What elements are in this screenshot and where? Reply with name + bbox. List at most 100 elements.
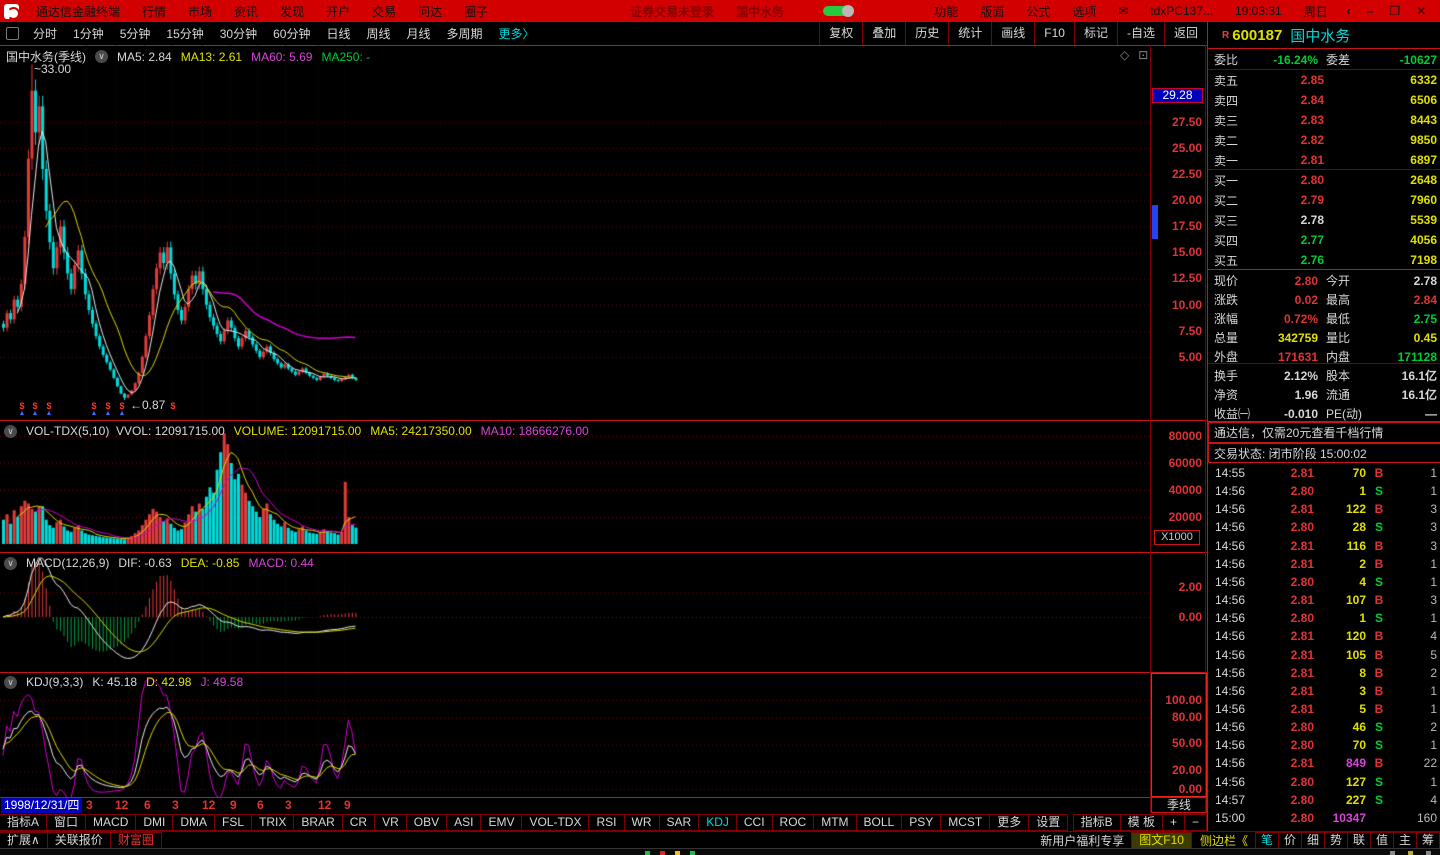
tab-DMI[interactable]: DMI [135, 813, 174, 831]
statusbar-关联报价[interactable]: 关联报价 [46, 831, 111, 849]
collapse-pane-icon[interactable]: ∨ [95, 50, 108, 63]
period-15分钟[interactable]: 15分钟 [158, 25, 211, 42]
collapse-kdj-icon[interactable]: ∨ [4, 675, 17, 689]
collapse-volume-icon[interactable]: ∨ [4, 424, 17, 438]
tab-窗口[interactable]: 窗口 [46, 813, 87, 831]
theme-toggle[interactable] [823, 5, 855, 17]
tab-SAR[interactable]: SAR [658, 813, 700, 831]
tab-设置[interactable]: 设置 [1028, 813, 1069, 831]
tool-统计[interactable]: 统计 [948, 22, 991, 45]
panel-tab-价[interactable]: 价 [1278, 831, 1302, 849]
panel-tab-筹[interactable]: 筹 [1416, 831, 1440, 849]
period-30分钟[interactable]: 30分钟 [212, 25, 265, 42]
menu-市场[interactable]: 市场 [177, 3, 223, 20]
menu-选项[interactable]: 选项 [1061, 3, 1107, 20]
menu-圈子[interactable]: 圈子 [453, 3, 499, 20]
tab-MTM[interactable]: MTM [813, 813, 857, 831]
menu-资讯[interactable]: 资讯 [223, 3, 269, 20]
panel-tab-主[interactable]: 主 [1393, 831, 1417, 849]
tool-画线[interactable]: 画线 [991, 22, 1034, 45]
tab-指标A[interactable]: 指标A [0, 813, 48, 831]
tab-DMA[interactable]: DMA [172, 813, 216, 831]
period-多周期[interactable]: 多周期 [439, 25, 491, 42]
period-月线[interactable]: 月线 [399, 25, 439, 42]
tool-F10[interactable]: F10 [1034, 22, 1074, 45]
tab-MACD[interactable]: MACD [85, 813, 137, 831]
layout-icon[interactable] [6, 27, 19, 40]
tab-FSL[interactable]: FSL [214, 813, 253, 831]
panel-tab-笔[interactable]: 笔 [1255, 831, 1279, 849]
tab-+[interactable]: + [1161, 813, 1185, 831]
period-日线[interactable]: 日线 [318, 25, 358, 42]
promo-text[interactable]: 新用户福利专享 [1032, 832, 1132, 849]
tool-历史[interactable]: 历史 [905, 22, 948, 45]
menu-行情[interactable]: 行情 [131, 3, 177, 20]
menu-版面[interactable]: 版面 [969, 3, 1015, 20]
tab-更多[interactable]: 更多 [989, 813, 1030, 831]
sidebar-toggle[interactable]: 侧边栏《 [1192, 832, 1256, 849]
period-分时[interactable]: 分时 [25, 25, 65, 42]
maximize-button[interactable]: ❐ [1381, 4, 1408, 18]
panel-tab-细[interactable]: 细 [1301, 831, 1325, 849]
period-60分钟[interactable]: 60分钟 [265, 25, 318, 42]
tab-−[interactable]: − [1183, 813, 1207, 831]
panel-tab-联[interactable]: 联 [1347, 831, 1371, 849]
panel-tab-值[interactable]: 值 [1370, 831, 1394, 849]
period-周线[interactable]: 周线 [358, 25, 398, 42]
diamond-icon[interactable]: ◇ [1120, 48, 1129, 62]
more-periods-button[interactable]: 更多〉 [491, 25, 543, 42]
menu-交易[interactable]: 交易 [361, 3, 407, 20]
period-1分钟[interactable]: 1分钟 [65, 25, 112, 42]
menu-发现[interactable]: 发现 [269, 3, 315, 20]
stat-value: 0.02 [1294, 292, 1318, 307]
tool-返回[interactable]: 返回 [1163, 22, 1207, 45]
promo-banner[interactable]: 通达信，仅需20元查看千档行情 [1208, 422, 1440, 443]
tab-BOLL[interactable]: BOLL [855, 813, 903, 831]
dividend-marker-icon: $ ▲ [31, 401, 39, 418]
menu-公式[interactable]: 公式 [1015, 3, 1061, 20]
tab-BRAR[interactable]: BRAR [293, 813, 343, 831]
tick-time: 14:56 [1215, 484, 1246, 499]
tab-ROC[interactable]: ROC [771, 813, 815, 831]
grid-icon[interactable]: ⊡ [1138, 48, 1148, 62]
f10-button[interactable]: 图文F10 [1131, 831, 1192, 849]
tab-EMV[interactable]: EMV [480, 813, 523, 831]
tick-row: 14:56 2.80 4 S 1 [1208, 573, 1440, 591]
tab-PSY[interactable]: PSY [901, 813, 942, 831]
tab-指标B[interactable]: 指标B [1072, 813, 1121, 831]
stat-row: 现价 2.80 今开 2.78 [1208, 271, 1440, 290]
tab-CCI[interactable]: CCI [735, 813, 773, 831]
period-5分钟[interactable]: 5分钟 [112, 25, 159, 42]
tab-WR[interactable]: WR [623, 813, 660, 831]
tool-叠加[interactable]: 叠加 [862, 22, 905, 45]
tab-TRIX[interactable]: TRIX [251, 813, 295, 831]
collapse-macd-icon[interactable]: ∨ [4, 556, 17, 570]
tab-模 板[interactable]: 模 板 [1119, 813, 1163, 831]
tool--自选[interactable]: -自选 [1116, 22, 1164, 45]
statusbar-财富圈[interactable]: 财富圈 [109, 831, 162, 849]
close-button[interactable]: ✕ [1408, 4, 1434, 18]
tab-CR[interactable]: CR [341, 813, 376, 831]
window-controls: ‹ – ❐ ✕ [1339, 4, 1435, 18]
tab-VR[interactable]: VR [374, 813, 407, 831]
statusbar-扩展∧[interactable]: 扩展∧ [0, 831, 48, 849]
tool-标记[interactable]: 标记 [1073, 22, 1117, 45]
menu-开户[interactable]: 开户 [315, 3, 361, 20]
tab-ASI[interactable]: ASI [446, 813, 482, 831]
menu-问达[interactable]: 问达 [407, 3, 453, 20]
date-tick: 3 [172, 798, 179, 812]
menu-功能[interactable]: 功能 [923, 3, 969, 20]
tab-MCST[interactable]: MCST [940, 813, 991, 831]
mail-icon[interactable]: ✉ [1107, 4, 1139, 18]
tab-OBV[interactable]: OBV [405, 813, 448, 831]
panel-tab-势[interactable]: 势 [1324, 831, 1348, 849]
tool-复权[interactable]: 复权 [819, 22, 862, 45]
back-button[interactable]: ‹ [1339, 4, 1359, 18]
tick-price: 2.81 [1290, 556, 1314, 571]
tab-KDJ[interactable]: KDJ [698, 813, 737, 831]
login-status[interactable]: 证券交易未登录 [619, 3, 725, 20]
tab-RSI[interactable]: RSI [588, 813, 625, 831]
tab-VOL-TDX[interactable]: VOL-TDX [521, 813, 590, 831]
stat-value: 0.72% [1283, 311, 1318, 326]
minimize-button[interactable]: – [1359, 4, 1382, 18]
